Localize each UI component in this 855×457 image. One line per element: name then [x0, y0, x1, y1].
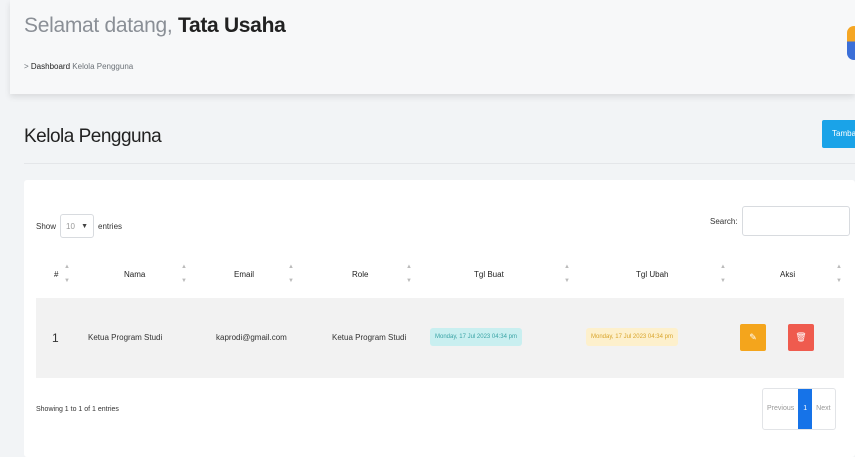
- chevron-down-icon: ▼: [81, 222, 89, 230]
- column-header-no[interactable]: #: [54, 270, 58, 279]
- delete-button[interactable]: 🗑: [788, 324, 814, 351]
- row-number: 1: [52, 331, 59, 345]
- row-nama: Ketua Program Studi: [88, 333, 163, 342]
- column-header-role[interactable]: Role: [352, 270, 368, 279]
- sort-icon: ▲ ▼: [406, 264, 412, 284]
- column-header-aksi[interactable]: Aksi: [780, 270, 795, 279]
- entries-select[interactable]: 10 ▼: [60, 214, 95, 238]
- entries-value: 10: [66, 221, 75, 231]
- pagination-next[interactable]: Next: [812, 389, 834, 429]
- page-title: Kelola Pengguna: [24, 126, 162, 147]
- title-divider: [24, 163, 855, 164]
- column-header-tgl-ubah[interactable]: Tgl Ubah: [636, 270, 668, 279]
- top-header: Selamat datang, Tata Usaha > Dashboard K…: [10, 0, 855, 94]
- sort-icon: ▲ ▼: [181, 264, 187, 284]
- row-role: Ketua Program Studi: [332, 333, 407, 342]
- user-avatar[interactable]: [847, 26, 855, 60]
- table-header: # ▲ ▼ Nama ▲ ▼ Email ▲ ▼ Role ▲ ▼ Tgl Buat ▲…: [36, 258, 844, 296]
- welcome-user: Tata Usaha: [177, 14, 286, 37]
- users-table-card: Show 10 ▼ entries Search: # ▲ ▼ Nama ▲ ▼ E…: [24, 180, 855, 457]
- column-header-email[interactable]: Email: [234, 270, 254, 279]
- search-label: Search:: [710, 216, 738, 226]
- pagination: Previous 1 Next: [762, 388, 836, 430]
- column-header-nama[interactable]: Nama: [124, 270, 145, 279]
- edit-button[interactable]: ✎: [740, 324, 766, 351]
- edit-icon: ✎: [749, 332, 757, 342]
- welcome-message: Selamat datang, Tata Usaha: [24, 14, 286, 38]
- table-info: Showing 1 to 1 of 1 entries: [36, 406, 119, 413]
- entries-label: entries: [98, 221, 123, 231]
- created-date-badge: Monday, 17 Jul 2023 04:34 pm: [430, 328, 522, 346]
- sort-icon: ▲ ▼: [564, 264, 570, 284]
- search-input[interactable]: [741, 206, 850, 236]
- breadcrumb: > Dashboard Kelola Pengguna: [24, 62, 133, 71]
- sort-icon: ▲ ▼: [64, 264, 70, 284]
- trash-icon: 🗑: [795, 332, 807, 342]
- sort-icon: ▲ ▼: [836, 264, 842, 284]
- add-user-button[interactable]: Tambah: [822, 120, 855, 148]
- breadcrumb-current: Kelola Pengguna: [72, 62, 134, 71]
- row-email: kaprodi@gmail.com: [216, 333, 287, 342]
- breadcrumb-dashboard-link[interactable]: Dashboard: [31, 62, 70, 71]
- pagination-page-1[interactable]: 1: [798, 389, 813, 429]
- breadcrumb-arrow-icon: >: [24, 62, 29, 71]
- pagination-previous[interactable]: Previous: [763, 389, 798, 429]
- updated-date-badge: Monday, 17 Jul 2023 04:34 pm: [586, 328, 678, 346]
- sort-icon: ▲ ▼: [288, 264, 294, 284]
- show-label: Show: [36, 221, 57, 231]
- welcome-prefix: Selamat datang,: [24, 14, 173, 37]
- column-header-tgl-buat[interactable]: Tgl Buat: [474, 270, 504, 279]
- entries-control: Show 10 ▼ entries: [36, 214, 122, 238]
- search-control: Search:: [710, 206, 850, 236]
- table-row: 1 Ketua Program Studi kaprodi@gmail.com …: [36, 298, 844, 378]
- sort-icon: ▲ ▼: [720, 264, 726, 284]
